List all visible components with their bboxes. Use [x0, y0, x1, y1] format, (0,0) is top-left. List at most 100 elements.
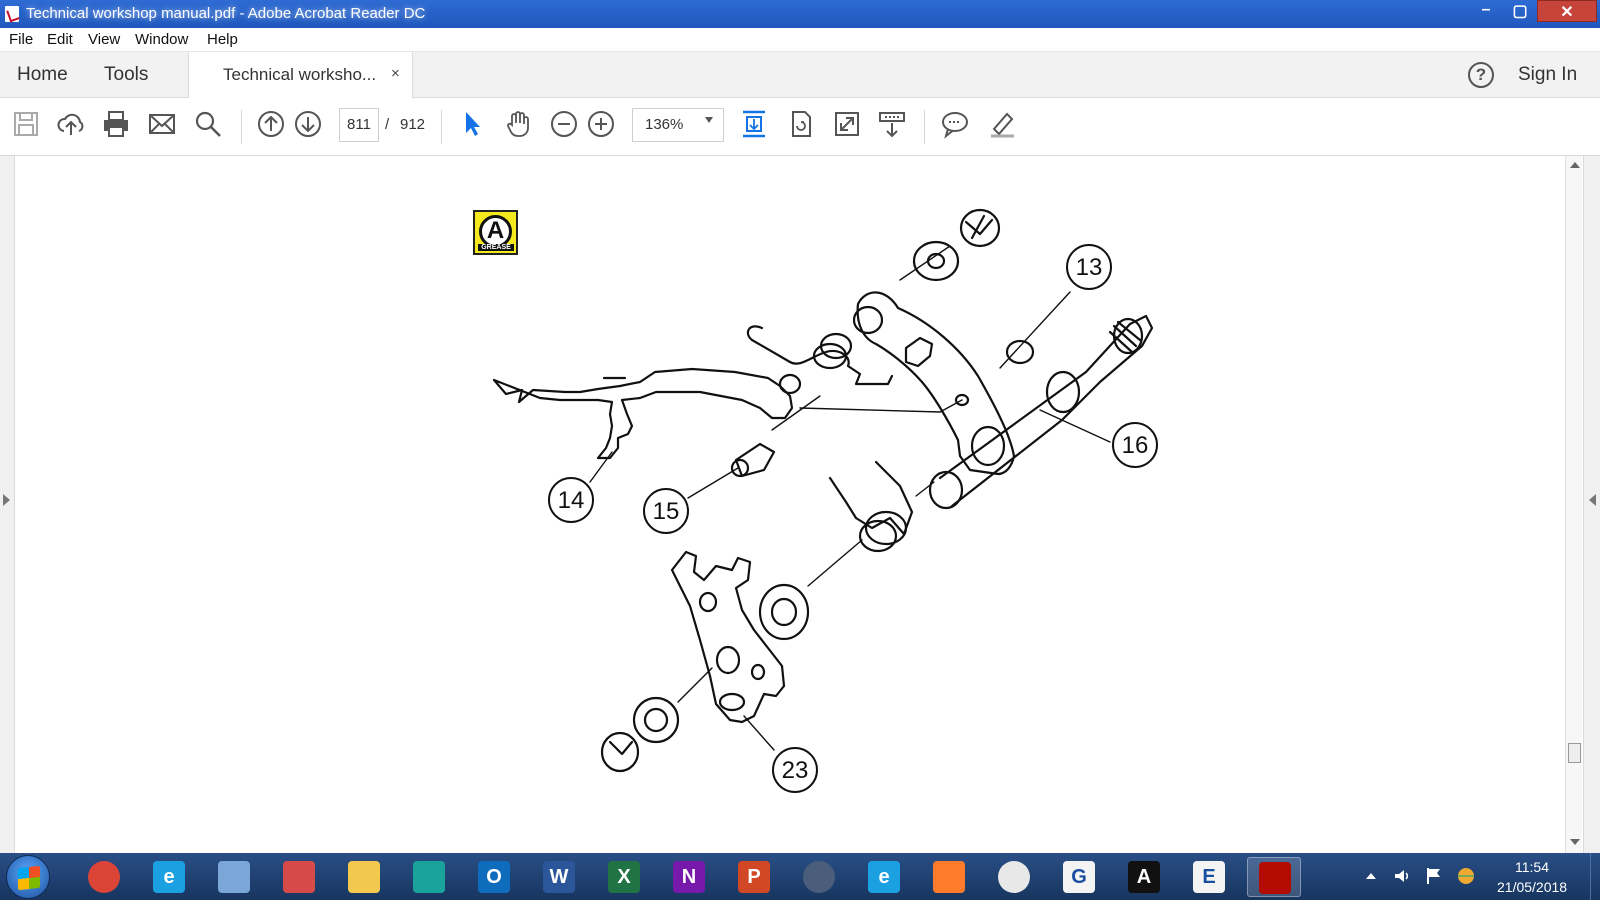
taskbar-internet-explorer-icon[interactable]: e: [142, 857, 196, 897]
comment-icon[interactable]: [940, 109, 970, 139]
bracket-slot: [718, 692, 746, 712]
top-washer: [912, 240, 960, 282]
menu-view[interactable]: View: [88, 31, 120, 48]
rotate-icon[interactable]: [786, 109, 816, 139]
hand-icon[interactable]: [503, 109, 533, 139]
network-status-icon[interactable]: [1456, 866, 1476, 886]
upload-icon[interactable]: [56, 109, 86, 139]
minimize-icon: –: [1481, 1, 1491, 18]
maximize-icon: ▢: [1512, 3, 1528, 20]
taskbar-mercedes-icon[interactable]: [792, 857, 846, 897]
tab-tools[interactable]: Tools: [104, 64, 148, 86]
taskbar-e-app-icon[interactable]: E: [1182, 857, 1236, 897]
page-down-icon[interactable]: [293, 109, 323, 139]
taskbar-onenote-icon[interactable]: N: [662, 857, 716, 897]
taskbar-snipping-tool-icon[interactable]: [272, 857, 326, 897]
start-button[interactable]: [6, 855, 50, 899]
toolbar-separator: [441, 110, 442, 144]
zoom-level-select[interactable]: 136%: [632, 108, 724, 142]
page-separator: /: [385, 116, 390, 133]
lower-washer: [632, 696, 680, 744]
taskbar-g-app-icon[interactable]: G: [1052, 857, 1106, 897]
taskbar-internet-explorer-2-icon[interactable]: e: [857, 857, 911, 897]
file-explorer-glyph: [348, 861, 380, 893]
taskbar-chrome-icon[interactable]: [77, 857, 131, 897]
shaft-flange: [1005, 339, 1035, 365]
volume-icon[interactable]: [1392, 866, 1412, 886]
bracket-hole-low: [750, 663, 766, 681]
tab-home[interactable]: Home: [17, 64, 68, 86]
select-icon[interactable]: [457, 109, 487, 139]
zoom-in-icon[interactable]: [586, 109, 616, 139]
taskbar-scanner-icon[interactable]: [207, 857, 261, 897]
leader-line: [589, 451, 613, 483]
taskbar-powerpoint-icon[interactable]: P: [727, 857, 781, 897]
exploded-parts-drawing: 13 14 15 16 23: [492, 208, 1158, 793]
tab-bar: Home Tools Technical worksho... × ? Sign…: [0, 52, 1600, 99]
lower-washer-hole: [643, 707, 669, 733]
taskbar-excel-icon[interactable]: X: [597, 857, 651, 897]
scroll-down-icon[interactable]: [1570, 839, 1580, 845]
title-bar: Technical workshop manual.pdf - Adobe Ac…: [0, 0, 1600, 28]
clock-date[interactable]: 21/05/2018: [1497, 879, 1567, 895]
save-icon[interactable]: [11, 109, 41, 139]
fit-page-icon[interactable]: [739, 109, 769, 139]
close-window-button[interactable]: ✕: [1537, 0, 1597, 22]
sign-in-link[interactable]: Sign In: [1518, 64, 1577, 86]
document-viewport[interactable]: 13 14 15 16 23 A GREASE: [0, 156, 1600, 853]
zoom-out-icon[interactable]: [549, 109, 579, 139]
page-number-input[interactable]: 811: [339, 108, 379, 142]
fullscreen-icon[interactable]: [832, 109, 862, 139]
page-total: 912: [400, 116, 426, 133]
email-icon[interactable]: [147, 109, 177, 139]
shaft-knurl: [1108, 320, 1142, 354]
taskbar-acrobat-icon[interactable]: [1247, 857, 1301, 897]
maximize-button[interactable]: ▢: [1503, 0, 1537, 22]
chevron-down-icon[interactable]: [705, 117, 713, 123]
menu-file[interactable]: File: [9, 31, 33, 48]
expand-left-icon: [1589, 494, 1596, 506]
search-icon[interactable]: [193, 109, 223, 139]
grease-text: GREASE: [478, 244, 514, 251]
tray-expand-icon[interactable]: [1366, 873, 1376, 879]
menu-help[interactable]: Help: [207, 31, 238, 48]
minimize-button[interactable]: –: [1469, 0, 1503, 22]
lower-clip-detail: [608, 740, 634, 756]
highlight-icon[interactable]: [987, 109, 1017, 139]
taskbar-iris-icon[interactable]: [402, 857, 456, 897]
taskbar-file-explorer-icon[interactable]: [337, 857, 391, 897]
scroll-thumb[interactable]: [1568, 743, 1581, 763]
leader-line: [687, 467, 739, 499]
taskbar-word-icon[interactable]: W: [532, 857, 586, 897]
shaft-end: [928, 470, 964, 510]
taskbar-a-app-icon[interactable]: A: [1117, 857, 1171, 897]
action-center-flag-icon[interactable]: [1424, 866, 1444, 886]
toolbar: 811 / 912 136%: [0, 98, 1600, 156]
toolbar-separator: [241, 110, 242, 144]
gear-app-glyph: [998, 861, 1030, 893]
scroll-up-icon[interactable]: [1570, 162, 1580, 168]
tab-document[interactable]: Technical worksho... ×: [188, 52, 413, 99]
page-up-icon[interactable]: [256, 109, 286, 139]
vertical-scrollbar[interactable]: [1565, 156, 1582, 853]
taskbar-paint-icon[interactable]: [922, 857, 976, 897]
taskbar-outlook-icon[interactable]: O: [467, 857, 521, 897]
menu-edit[interactable]: Edit: [47, 31, 73, 48]
bracket-hole-top: [698, 591, 718, 613]
right-pane-toggle[interactable]: [1583, 156, 1600, 853]
print-icon[interactable]: [101, 109, 131, 139]
acrobat-glyph: [1259, 862, 1291, 894]
taskbar-gear-app-icon[interactable]: [987, 857, 1041, 897]
menu-window[interactable]: Window: [135, 31, 188, 48]
chrome-glyph: [88, 861, 120, 893]
clock-time[interactable]: 11:54: [1515, 859, 1549, 875]
scroll-mode-icon[interactable]: [877, 109, 907, 139]
menu-bar: File Edit View Window Help: [0, 28, 1600, 52]
document-tab-label: Technical worksho...: [223, 65, 377, 84]
e-app-glyph: E: [1193, 861, 1225, 893]
help-icon[interactable]: ?: [1468, 62, 1494, 88]
show-desktop-button[interactable]: [1590, 853, 1600, 900]
outlook-glyph: O: [478, 861, 510, 893]
taskbar: e O W X N Pe G A E 11:54 21/05/2018: [0, 853, 1600, 900]
close-tab-icon[interactable]: ×: [391, 65, 400, 82]
